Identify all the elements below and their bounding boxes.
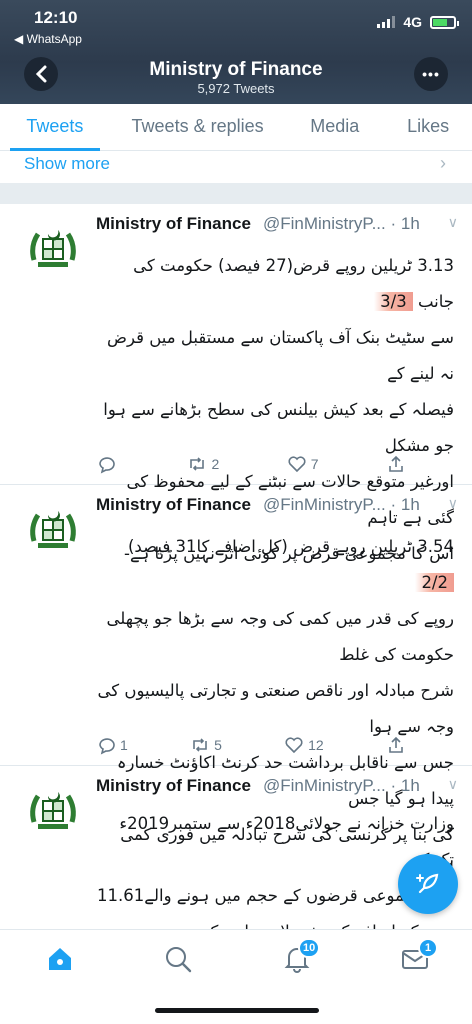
- notifications-badge: 10: [298, 938, 321, 958]
- retweet-icon: [193, 738, 207, 752]
- reply-button[interactable]: 1: [96, 735, 128, 755]
- retweet-button[interactable]: 2: [187, 454, 219, 474]
- like-button[interactable]: 7: [287, 454, 319, 474]
- heart-icon: [288, 456, 306, 473]
- tweet-author-handle: @FinMinistryP... · 1h: [263, 214, 420, 233]
- tweet-author-handle: @FinMinistryP... · 1h: [263, 495, 420, 514]
- thread-counter: 2/2: [415, 573, 454, 592]
- like-count: 12: [308, 737, 324, 753]
- show-more-row[interactable]: Show more ›: [0, 151, 472, 183]
- reply-icon: [99, 457, 115, 474]
- share-button[interactable]: [386, 454, 406, 474]
- profile-header: 12:10 ◀ WhatsApp 4G Ministry of Finance …: [0, 0, 472, 104]
- tweet-menu-chevron-icon[interactable]: ∨: [448, 214, 458, 231]
- compose-tweet-button[interactable]: [398, 854, 458, 914]
- tweet-card[interactable]: Ministry of Finance @FinMinistryP... · 1…: [0, 204, 472, 563]
- search-icon[interactable]: [163, 944, 193, 974]
- tweet-card[interactable]: Ministry of Finance @FinMinistryP... · 1…: [0, 766, 472, 941]
- retweet-button[interactable]: 5: [190, 735, 222, 755]
- retweet-count: 2: [211, 456, 220, 472]
- tweet-author-name[interactable]: Ministry of Finance: [96, 214, 251, 234]
- tweet-actions: 2 7: [96, 454, 406, 474]
- page-title: Ministry of Finance: [149, 59, 323, 80]
- share-icon: [389, 455, 403, 472]
- tweet-line: 3.54 ٹریلین روپے قرض (کل اضافے کا31 فیصد…: [127, 537, 454, 592]
- more-icon: •••: [422, 66, 440, 82]
- messages-badge: 1: [418, 938, 438, 958]
- share-button[interactable]: [386, 735, 406, 755]
- home-icon[interactable]: [45, 944, 75, 974]
- government-emblem-avatar[interactable]: [22, 778, 84, 840]
- network-label: 4G: [403, 14, 422, 30]
- chevron-right-icon: ›: [440, 153, 446, 173]
- like-button[interactable]: 12: [284, 735, 324, 755]
- tweet-line: روپے کی قدر میں کمی کی وجہ سے بڑھا جو پچ…: [106, 609, 454, 664]
- tweet-author-name[interactable]: Ministry of Finance: [96, 776, 251, 796]
- status-time: 12:10: [34, 8, 78, 27]
- battery-icon: [430, 15, 459, 29]
- government-emblem-avatar[interactable]: [22, 216, 84, 278]
- thread-counter: 3/3: [374, 292, 413, 311]
- tweet-card[interactable]: Ministry of Finance @FinMinistryP... · 1…: [0, 485, 472, 880]
- heart-icon: [285, 737, 303, 754]
- retweet-count: 5: [214, 737, 222, 753]
- reply-button[interactable]: [96, 454, 120, 474]
- tweet-count: 5,972 Tweets: [197, 81, 275, 96]
- signal-icon: [377, 16, 396, 28]
- tweet-line: 3.13 ٹریلین روپے قرض(27 فیصد) حکومت کی ج…: [133, 256, 454, 311]
- share-icon: [389, 736, 403, 753]
- retweet-icon: [190, 457, 205, 471]
- profile-tabs: Tweets Tweets & replies Media Likes: [0, 104, 472, 151]
- like-count: 7: [310, 456, 319, 472]
- tweet-line: وزارت خزانہ نے جولائی2018ء سے ستمبر2019ء…: [119, 814, 454, 869]
- section-divider: [0, 183, 472, 204]
- reply-icon: [99, 738, 115, 755]
- tab-tweets[interactable]: Tweets: [0, 104, 110, 151]
- tweet-author-handle: @FinMinistryP... · 1h: [263, 776, 420, 795]
- back-to-whatsapp-link[interactable]: ◀ WhatsApp: [14, 32, 82, 46]
- tab-likes[interactable]: Likes: [384, 104, 472, 150]
- show-more-link[interactable]: Show more: [24, 154, 110, 174]
- government-emblem-avatar[interactable]: [22, 497, 84, 559]
- status-indicators: 4G: [377, 14, 459, 30]
- tweet-actions: 1 5 12: [96, 735, 406, 755]
- tab-media[interactable]: Media: [285, 104, 384, 150]
- tab-tweets-replies[interactable]: Tweets & replies: [110, 104, 286, 150]
- tweet-menu-chevron-icon[interactable]: ∨: [448, 495, 458, 512]
- reply-count: 1: [120, 737, 128, 753]
- home-indicator: [155, 1008, 319, 1013]
- tweet-author-name[interactable]: Ministry of Finance: [96, 495, 251, 515]
- tweet-line: سے سٹیٹ بنک آف پاکستان سے مستقبل میں قرض…: [107, 328, 454, 383]
- compose-feather-icon: [416, 873, 439, 894]
- more-options-button[interactable]: •••: [414, 57, 448, 91]
- tweet-menu-chevron-icon[interactable]: ∨: [448, 776, 458, 793]
